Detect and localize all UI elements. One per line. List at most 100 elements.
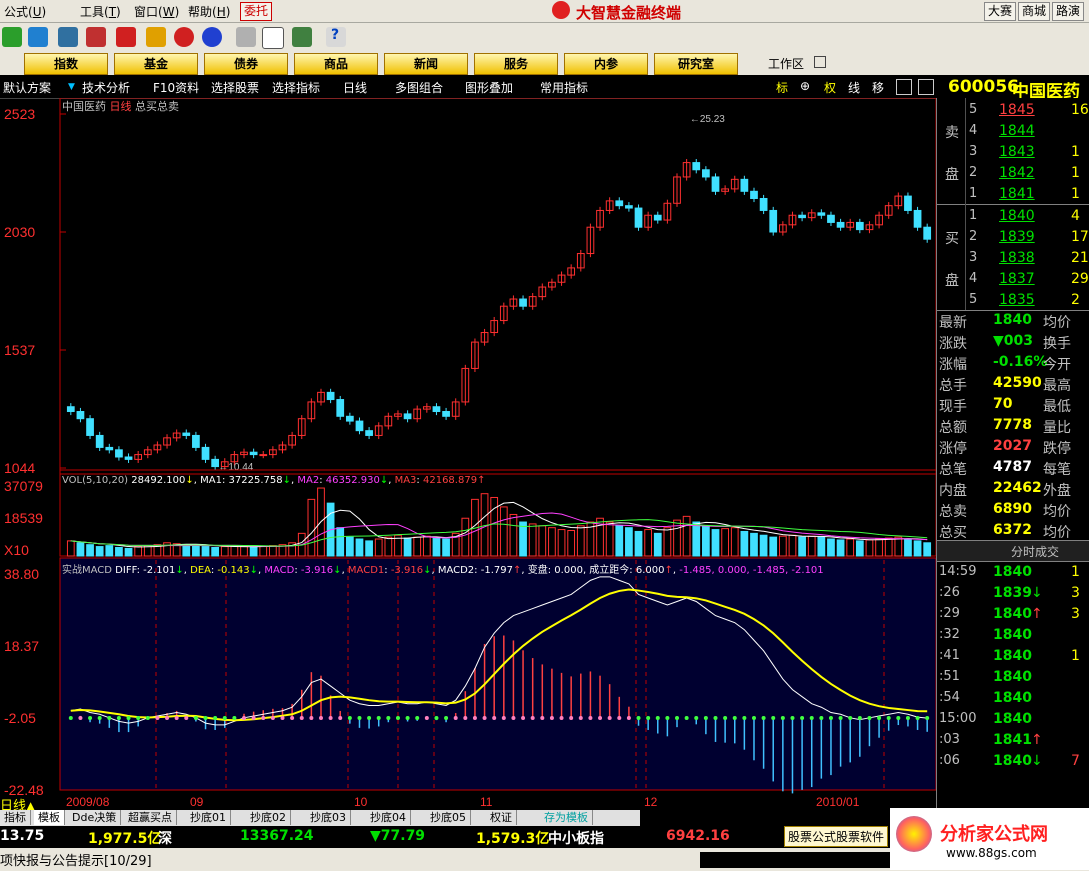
volume-bar (702, 525, 710, 557)
window-icon[interactable] (262, 27, 284, 49)
menu-item-formula[interactable]: 公式(U) (4, 3, 46, 20)
common-indicator-dropdown[interactable]: 常用指标 (540, 79, 588, 96)
help-icon[interactable]: ? (326, 27, 346, 47)
toolbar-icon-2[interactable] (28, 27, 48, 47)
macd-signal-dot (213, 715, 218, 720)
tick-price: 1839 (993, 585, 1032, 601)
ad-label[interactable]: 股票公式股票软件 (784, 826, 889, 847)
toolbar-icon-9[interactable] (236, 27, 256, 47)
template-tab[interactable]: 抄底05 (426, 810, 471, 825)
toolbar-icon-7[interactable] (174, 27, 194, 47)
nav-service-button[interactable]: 服务 (474, 53, 558, 75)
candle-body (192, 434, 200, 448)
rights-button[interactable]: 权 (824, 79, 836, 96)
select-indicator-tab[interactable]: 选择指标 (272, 79, 320, 96)
candle-body (904, 195, 912, 211)
crosshair-button[interactable]: ⊕ (800, 79, 810, 93)
nav-index-button[interactable]: 指数 (24, 53, 108, 75)
volume-title: VOL(5,10,20) (62, 475, 129, 486)
panel-toggle-icon[interactable] (918, 79, 934, 95)
buy-price: 1839 (999, 229, 1035, 245)
window-toggle-icon[interactable] (896, 79, 912, 95)
nav-insider-button[interactable]: 内参 (564, 53, 648, 75)
volume-bar (201, 546, 210, 557)
alarm-icon[interactable] (86, 27, 106, 47)
template-tab[interactable]: 抄底03 (306, 810, 351, 825)
overlay-dropdown[interactable]: 图形叠加 (465, 79, 513, 96)
macd-signal-dot (338, 715, 343, 720)
stat-value: 7778 (993, 417, 1032, 433)
nav-commodity-button[interactable]: 商品 (294, 53, 378, 75)
toolbar-icon-1[interactable] (2, 27, 22, 47)
template-tab[interactable]: 抄底04 (366, 810, 411, 825)
workspace-close-icon[interactable] (814, 56, 826, 68)
macd-x-tick-label: 11 (480, 795, 493, 809)
candle-body (259, 454, 268, 457)
template-tab[interactable]: 抄底02 (246, 810, 291, 825)
menu-item-window[interactable]: 窗口(W) (134, 3, 179, 20)
scheme-dropdown[interactable]: 默认方案 (3, 79, 51, 96)
volume-tick-label: 37079 (4, 478, 43, 494)
macd-signal-dot (511, 715, 516, 720)
vol-value: 28492.100 (131, 475, 186, 486)
macd-signal-dot (905, 715, 910, 720)
chart-area[interactable]: 2523 2030 1537 1044 ←25.23 ←10.44 37079 18539 X… (0, 98, 936, 810)
sell-price: 1845 (999, 102, 1035, 118)
macd-signal-dot (751, 715, 756, 720)
workspace-label[interactable]: 工作区 (768, 55, 804, 72)
template-tab[interactable]: 超赢买点 (124, 810, 177, 825)
multi-chart-dropdown[interactable]: 多图组合 (395, 79, 443, 96)
template-tab[interactable]: 抄底01 (186, 810, 231, 825)
price-frame (59, 98, 936, 475)
line-button[interactable]: 线 (848, 79, 860, 96)
watermark-url: www.88gs.com (946, 846, 1037, 860)
sell-price: 1842 (999, 165, 1035, 181)
tick-volume: 3 (1071, 585, 1080, 601)
template-tab[interactable]: 指标 (0, 810, 31, 825)
candle-body (326, 391, 335, 401)
mark-button[interactable]: 标 (776, 79, 788, 96)
candle-body (182, 432, 191, 436)
period-dropdown[interactable]: 日线 (343, 79, 367, 96)
select-stock-tab[interactable]: 选择股票 (211, 79, 259, 96)
volume-bar (182, 544, 191, 557)
macd-signal-dot (771, 715, 776, 720)
nav-research-button[interactable]: 研究室 (654, 53, 738, 75)
menu-item-help[interactable]: 帮助(H) (188, 3, 230, 20)
macd-signal-dot (588, 715, 593, 720)
delegate-button[interactable]: 委托 (240, 2, 273, 21)
price-high-annotation: ←25.23 (690, 114, 725, 125)
nav-fund-button[interactable]: 基金 (114, 53, 198, 75)
tech-analysis-tab[interactable]: 技术分析 (82, 79, 130, 96)
macd-signal-dot (347, 715, 352, 720)
contest-button[interactable]: 大赛 (984, 2, 1017, 21)
mall-button[interactable]: 商城 (1018, 2, 1051, 21)
stat-label: 总卖 (939, 504, 967, 520)
macd-signal-dot (530, 715, 535, 720)
menu-bar: 公式(U) 工具(T) 窗口(W) 帮助(H) 委托 大智慧金融终端 大赛 商城… (0, 0, 1089, 23)
template-tab[interactable]: 权证 (486, 810, 517, 825)
f10-tab[interactable]: F10资料 (153, 79, 199, 96)
dropdown-arrow-icon[interactable]: ▼ (68, 82, 75, 92)
binoculars-icon[interactable] (58, 27, 78, 47)
macd-signal-dot (492, 715, 497, 720)
toolbar-icon-5[interactable] (116, 27, 136, 47)
template-tab[interactable]: Dde决策 (68, 810, 122, 825)
toolbar-icon-8[interactable] (202, 27, 222, 47)
macd2-value: -1.797 (480, 565, 513, 576)
nav-news-button[interactable]: 新闻 (384, 53, 468, 75)
macd1-name: MACD1 (347, 565, 385, 576)
template-tab[interactable]: 模板 (34, 810, 65, 825)
news-ticker[interactable]: 项快报与公告提示[10/29] (0, 850, 152, 869)
roadshow-button[interactable]: 路演 (1052, 2, 1085, 21)
template-tab[interactable]: 存为模板 (540, 810, 593, 825)
stat-label: 总买 (939, 525, 967, 541)
menu-item-tools[interactable]: 工具(T) (80, 3, 121, 20)
volume-bar (461, 517, 470, 557)
books-icon[interactable] (292, 27, 312, 47)
macd-signal-dot (598, 715, 603, 720)
macd-signal-dot (549, 715, 554, 720)
move-button[interactable]: 移 (872, 79, 884, 96)
toolbar-icon-6[interactable] (146, 27, 166, 47)
nav-bond-button[interactable]: 债券 (204, 53, 288, 75)
